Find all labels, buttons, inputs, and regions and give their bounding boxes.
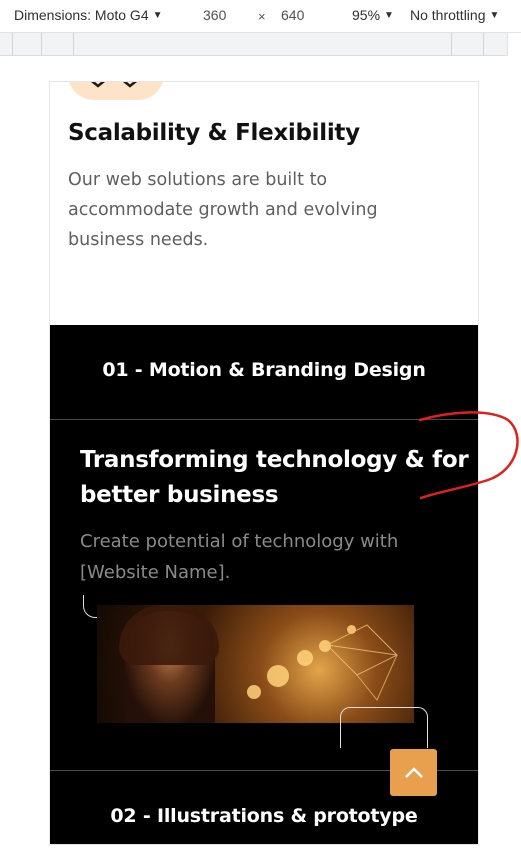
caret-down-icon: ▼ [384,10,394,21]
devtools-toolbar: Dimensions: Moto G4 ▼ 360 × 640 95% ▼ No t… [0,0,521,33]
feature-description: Our web solutions are built to accommoda… [68,170,378,250]
height-input[interactable]: 640 [281,7,304,23]
device-selector[interactable]: Dimensions: Moto G4 ▼ [14,7,163,23]
caret-down-icon: ▼ [152,10,163,21]
network-lines [325,624,398,701]
outline-button[interactable] [340,707,428,748]
media-query-tick [12,33,13,55]
throttling-selector[interactable]: No throttling ▼ [410,7,499,23]
media-query-tick [451,33,452,55]
scrollbar[interactable] [507,33,521,56]
accordion-item-2-heading[interactable]: 02 - Illustrations & prototype [50,805,478,827]
times-label: × [258,9,266,24]
divider [50,419,478,420]
media-query-tick [483,33,484,55]
chevron-up-icon [404,766,423,778]
feature-title: Scalability & Flexibility [68,120,360,146]
scroll-to-top-button[interactable] [390,749,437,796]
media-query-tick [73,33,74,55]
panel-image [97,605,414,723]
caret-down-icon: ▼ [489,10,500,21]
annotation-scribble [418,411,519,500]
accordion-item-1-heading[interactable]: 01 - Motion & Branding Design [50,359,478,381]
width-input[interactable]: 360 [203,7,226,23]
media-query-tick [41,33,42,55]
panel-description: Create potential of technology with [Web… [80,531,399,583]
media-query-bar[interactable] [0,33,507,56]
zoom-selector[interactable]: 95% ▼ [352,7,394,23]
device-viewport: Scalability & Flexibility Our web soluti… [50,82,478,844]
hexagon-icon [68,82,164,100]
